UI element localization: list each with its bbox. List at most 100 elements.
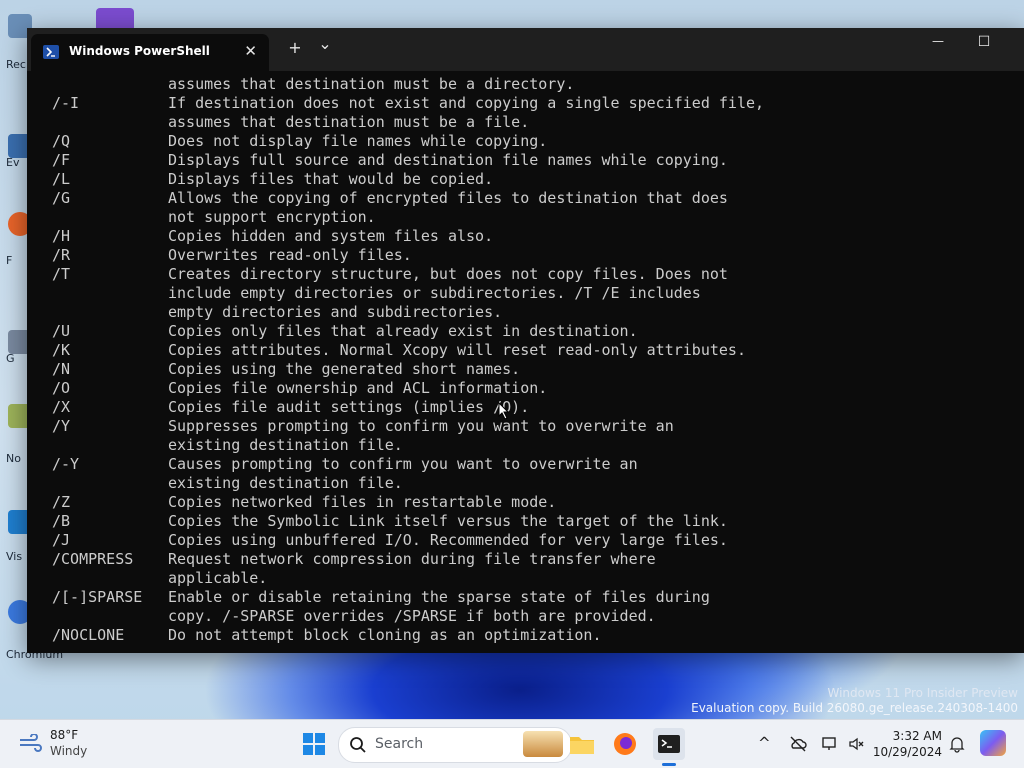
title-bar[interactable]: Windows PowerShell ✕ + ⌄ — ☐ [27,28,1024,71]
switch-name: /[-]SPARSE [52,588,143,606]
weather-condition: Windy [50,744,88,758]
terminal-line: /X Copies file audit settings (implies /O… [52,398,1014,417]
switch-description: include empty directories or subdirector… [168,284,701,302]
switch-name: /K [52,341,71,359]
switch-description: Causes prompting to confirm you want to … [168,455,638,473]
terminal-line: /R Overwrites read-only files. [52,246,1014,265]
cloud-sync-icon[interactable] [789,735,807,753]
minimize-button[interactable]: — [915,34,961,64]
switch-description: Copies using the generated short names. [168,360,521,378]
switch-description: Copies attributes. Normal Xcopy will res… [168,341,746,359]
desktop-label-f: F [6,254,13,267]
switch-name: /X [52,398,71,416]
volume-muted-icon[interactable] [847,735,865,753]
switch-description: Displays full source and destination fil… [168,151,728,169]
network-icon[interactable] [821,735,839,753]
switch-name: /Q [52,132,71,150]
switch-name: /F [52,151,71,169]
switch-description: assumes that destination must be a file. [168,113,530,131]
desktop-label-rec: Rec [6,58,26,71]
switch-description: assumes that destination must be a direc… [168,75,575,93]
switch-description: not support encryption. [168,208,376,226]
terminal-line: /L Displays files that would be copied. [52,170,1014,189]
tab-title: Windows PowerShell [69,44,210,58]
tab-close-icon[interactable]: ✕ [244,42,257,60]
desktop-label-vis: Vis [6,550,23,563]
powershell-icon [43,45,59,59]
terminal-line: /G Allows the copying of encrypted files … [52,189,1014,208]
clock-time: 3:32 AM [892,729,942,743]
switch-description: Allows the copying of encrypted files to… [168,189,728,207]
maximize-button[interactable]: ☐ [961,34,1007,64]
terminal-line: /-Y Causes prompting to confirm you want … [52,455,1014,474]
terminal-line: applicable. [52,569,1014,588]
weather-widget[interactable]: 88°F Windy [14,726,114,762]
switch-name: /T [52,265,71,283]
visual-studio-icon[interactable] [96,8,134,30]
terminal-line: /K Copies attributes. Normal Xcopy will r… [52,341,1014,360]
switch-description: existing destination file. [168,436,403,454]
terminal-output[interactable]: assumes that destination must be a direc… [52,75,1014,649]
terminal-taskbar-icon[interactable] [653,728,685,766]
watermark-edition: Windows 11 Pro Insider Preview [827,686,1018,700]
switch-description: Copies networked files in restartable mo… [168,493,557,511]
terminal-line: /-I If destination does not exist and cop… [52,94,1014,113]
desktop-label-g: G [6,352,15,365]
evaluation-watermark: Windows 11 Pro Insider Preview Evaluatio… [691,686,1018,716]
firefox-icon[interactable] [609,728,641,760]
weather-temperature: 88°F [50,728,79,742]
terminal-line: /Q Does not display file names while copy… [52,132,1014,151]
switch-description: Overwrites read-only files. [168,246,412,264]
switch-name: /B [52,512,71,530]
terminal-window: Windows PowerShell ✕ + ⌄ — ☐ assumes tha… [27,28,1024,653]
weather-wind-icon [18,733,44,756]
terminal-line: /F Displays full source and destination f… [52,151,1014,170]
terminal-line: /B Copies the Symbolic Link itself versus… [52,512,1014,531]
switch-name: /G [52,189,71,207]
switch-description: existing destination file. [168,474,403,492]
switch-description: Copies hidden and system files also. [168,227,494,245]
terminal-line: /COMPRESS Request network compression dur… [52,550,1014,569]
watermark-build: Evaluation copy. Build 26080.ge_release.… [691,701,1018,715]
file-explorer-icon[interactable] [566,728,598,760]
switch-name: /N [52,360,71,378]
show-hidden-icons-chevron[interactable]: ^ [758,734,771,752]
taskbar-search[interactable]: Search [338,727,572,763]
switch-description: Copies file audit settings (implies /O). [168,398,530,416]
switch-name: /O [52,379,71,397]
clock-date: 10/29/2024 [872,745,942,759]
switch-description: Does not display file names while copyin… [168,132,548,150]
terminal-line: /NOCLONE Do not attempt block cloning as … [52,626,1014,645]
switch-description: empty directories and subdirectories. [168,303,503,321]
terminal-line: /[-]SPARSE Enable or disable retaining th… [52,588,1014,607]
switch-description: Copies the Symbolic Link itself versus t… [168,512,728,530]
notification-bell-icon[interactable] [948,735,966,753]
switch-description: Copies file ownership and ACL informatio… [168,379,548,397]
terminal-line: /H Copies hidden and system files also. [52,227,1014,246]
switch-name: /-I [52,94,80,112]
terminal-line: existing destination file. [52,436,1014,455]
search-placeholder: Search [375,736,424,752]
terminal-line: /J Copies using unbuffered I/O. Recommend… [52,531,1014,550]
terminal-line: empty directories and subdirectories. [52,303,1014,322]
switch-description: If destination does not exist and copyin… [168,94,765,112]
terminal-line: /T Creates directory structure, but does … [52,265,1014,284]
system-clock[interactable]: 3:32 AM 10/29/2024 [873,728,942,760]
desktop-label-ev: Ev [6,156,20,169]
switch-description: Request network compression during file … [168,550,656,568]
tab-dropdown-icon[interactable]: ⌄ [315,34,335,53]
start-button[interactable] [298,728,330,760]
new-tab-button[interactable]: + [285,38,305,57]
terminal-line: assumes that destination must be a file. [52,113,1014,132]
switch-name: /H [52,227,71,245]
tab-windows-powershell[interactable]: Windows PowerShell ✕ [31,34,269,71]
copilot-icon[interactable] [980,730,1006,756]
switch-name: /Y [52,417,71,435]
switch-description: Suppresses prompting to confirm you want… [168,417,674,435]
terminal-line: /Y Suppresses prompting to confirm you wa… [52,417,1014,436]
terminal-line: not support encryption. [52,208,1014,227]
switch-description: applicable. [168,569,268,587]
switch-name: /-Y [52,455,80,473]
terminal-line: /O Copies file ownership and ACL informat… [52,379,1014,398]
switch-name: /NOCLONE [52,626,125,644]
